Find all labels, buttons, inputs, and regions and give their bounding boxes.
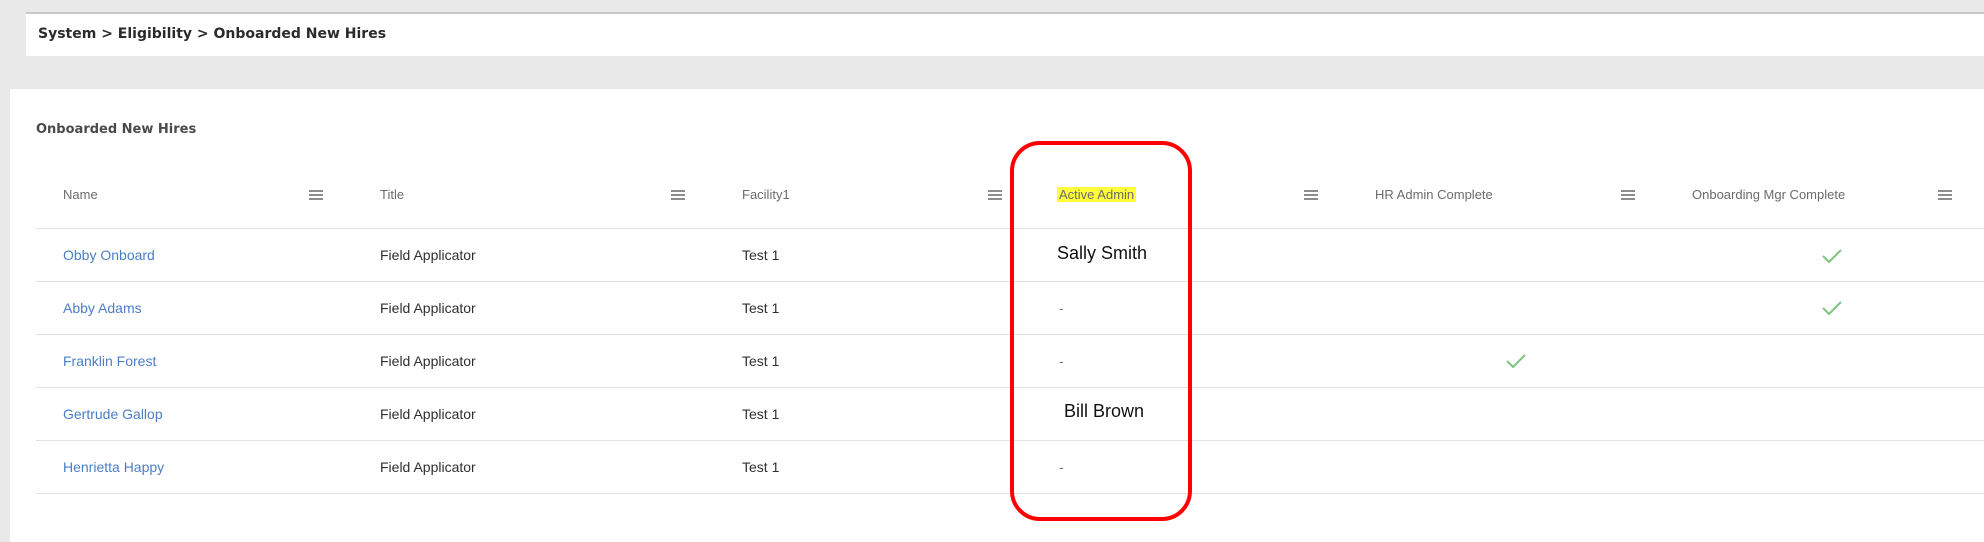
page-title: Onboarded New Hires xyxy=(36,122,197,137)
employee-name-link[interactable]: Abby Adams xyxy=(63,300,142,316)
facility-cell: Test 1 xyxy=(742,247,780,263)
employee-name-link[interactable]: Gertrude Gallop xyxy=(63,406,163,422)
column-menu-icon[interactable] xyxy=(1304,190,1318,201)
column-menu-icon[interactable] xyxy=(1621,190,1635,201)
title-cell: Field Applicator xyxy=(380,300,476,316)
employee-name-link[interactable]: Obby Onboard xyxy=(63,247,155,263)
facility-cell: Test 1 xyxy=(742,300,780,316)
column-header-title[interactable]: Title xyxy=(380,187,404,202)
check-icon xyxy=(1506,354,1526,368)
column-header-onboarding-mgr-complete[interactable]: Onboarding Mgr Complete xyxy=(1692,187,1845,202)
column-menu-icon[interactable] xyxy=(1938,190,1952,201)
onboarded-new-hires-panel: Onboarded New Hires Name Title Facility1… xyxy=(10,89,1984,542)
facility-cell: Test 1 xyxy=(742,353,780,369)
employee-name-link[interactable]: Franklin Forest xyxy=(63,353,156,369)
check-icon xyxy=(1822,249,1842,263)
breadcrumb-bar: System > Eligibility > Onboarded New Hir… xyxy=(26,14,1984,56)
title-cell: Field Applicator xyxy=(380,459,476,475)
title-cell: Field Applicator xyxy=(380,247,476,263)
column-menu-icon[interactable] xyxy=(309,190,323,201)
column-header-facility1[interactable]: Facility1 xyxy=(742,187,790,202)
check-icon xyxy=(1822,301,1842,315)
column-header-hr-admin-complete[interactable]: HR Admin Complete xyxy=(1375,187,1493,202)
facility-cell: Test 1 xyxy=(742,406,780,422)
facility-cell: Test 1 xyxy=(742,459,780,475)
column-menu-icon[interactable] xyxy=(671,190,685,201)
column-menu-icon[interactable] xyxy=(988,190,1002,201)
annotation-highlight-box xyxy=(1010,141,1192,521)
employee-name-link[interactable]: Henrietta Happy xyxy=(63,459,164,475)
title-cell: Field Applicator xyxy=(380,406,476,422)
title-cell: Field Applicator xyxy=(380,353,476,369)
breadcrumb: System > Eligibility > Onboarded New Hir… xyxy=(38,26,387,42)
column-header-name[interactable]: Name xyxy=(63,187,98,202)
